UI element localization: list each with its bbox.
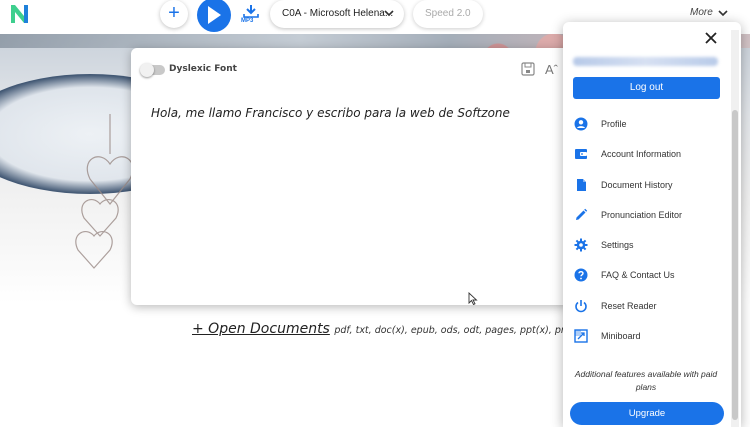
toggle-knob	[140, 63, 154, 77]
add-document-button[interactable]: +	[160, 0, 188, 28]
paid-plans-note: Additional features available with paid …	[574, 369, 718, 392]
more-menu-button[interactable]: More	[690, 7, 728, 18]
pencil-icon	[576, 208, 588, 220]
menu-item-faq-contact[interactable]: FAQ & Contact Us	[563, 261, 733, 291]
mouse-cursor-icon	[468, 292, 478, 305]
chevron-down-icon	[718, 10, 728, 17]
app-logo-icon[interactable]	[9, 3, 33, 25]
font-size-icon[interactable]: Aˆ	[545, 62, 558, 77]
dyslexic-font-toggle[interactable]	[140, 63, 165, 77]
open-documents-link[interactable]: + Open Documents	[192, 321, 330, 337]
account-menu-list: Profile Account Information Document His…	[563, 110, 733, 352]
menu-item-document-history[interactable]: Document History	[563, 171, 733, 201]
panel-scroll-thumb[interactable]	[732, 110, 738, 420]
logout-button[interactable]: Log out	[573, 77, 720, 99]
help-icon	[574, 268, 588, 282]
open-documents-row: + Open Documents pdf, txt, doc(x), epub,…	[192, 320, 603, 338]
speed-select[interactable]: Speed 2.0	[413, 0, 483, 28]
reader-card: Dyslexic Font Aˆ Hola, me llamo Francisc…	[131, 48, 571, 305]
power-icon	[575, 299, 587, 313]
miniboard-icon	[574, 329, 588, 343]
dyslexic-font-label: Dyslexic Font	[169, 64, 237, 74]
voice-select[interactable]: C0A - Microsoft Helena...	[270, 0, 404, 28]
menu-item-profile[interactable]: Profile	[563, 110, 733, 140]
play-button[interactable]	[197, 0, 231, 32]
voice-select-value: C0A - Microsoft Helena...	[282, 8, 394, 19]
download-icon	[243, 5, 259, 18]
play-icon	[208, 6, 221, 24]
document-icon	[577, 178, 586, 191]
mp3-label: MP3	[241, 18, 254, 24]
account-menu-panel: Log out Profile Account Information Docu…	[563, 22, 741, 427]
download-mp3-button[interactable]: MP3	[240, 4, 262, 28]
save-icon[interactable]	[521, 62, 535, 76]
menu-item-miniboard[interactable]: Miniboard	[563, 322, 733, 352]
wallet-icon	[575, 149, 587, 160]
more-label: More	[690, 7, 713, 18]
upgrade-button[interactable]: Upgrade	[570, 402, 724, 425]
speed-select-value: Speed 2.0	[425, 8, 471, 19]
chevron-down-icon	[384, 10, 394, 17]
close-icon[interactable]	[703, 30, 719, 46]
reading-text[interactable]: Hola, me llamo Francisco y escribo para …	[151, 106, 510, 120]
menu-item-account-information[interactable]: Account Information	[563, 140, 733, 170]
panel-scrollbar[interactable]	[731, 30, 739, 427]
menu-item-reset-reader[interactable]: Reset Reader	[563, 292, 733, 322]
gear-icon	[574, 238, 588, 252]
account-email-blurred	[573, 57, 718, 66]
profile-icon	[574, 117, 588, 131]
menu-item-settings[interactable]: Settings	[563, 231, 733, 261]
menu-item-pronunciation-editor[interactable]: Pronunciation Editor	[563, 201, 733, 231]
